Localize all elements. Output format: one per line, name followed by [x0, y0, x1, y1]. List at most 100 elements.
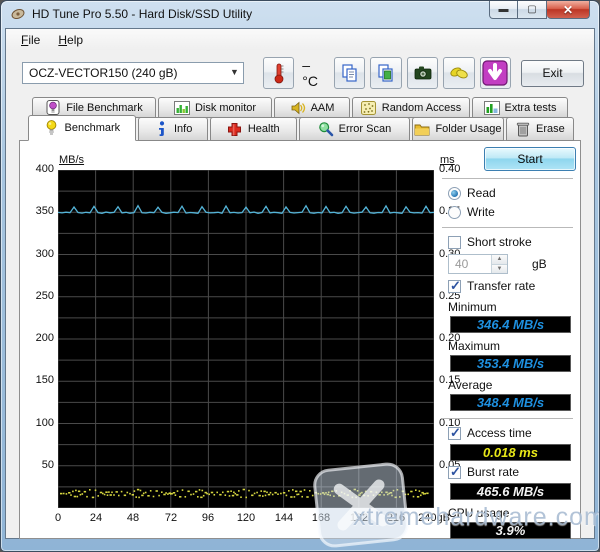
tab-random-access[interactable]: Random Access — [352, 97, 470, 118]
tab-label: Folder Usage — [435, 123, 502, 135]
window-title: HD Tune Pro 5.50 - Hard Disk/SSD Utility — [32, 7, 253, 21]
read-radio[interactable]: Read — [448, 185, 575, 201]
average-label: Average — [448, 378, 493, 392]
burst-rate-value: 465.6 MB/s — [450, 483, 571, 500]
tab-aam[interactable]: AAM — [274, 97, 350, 118]
screenshot-button[interactable] — [406, 57, 439, 89]
tab-label: Erase — [536, 123, 565, 135]
burst-rate-box[interactable] — [448, 464, 461, 480]
short-stroke-box[interactable] — [448, 235, 461, 249]
capacity-value: 40 — [455, 257, 469, 271]
copy-text-button[interactable] — [333, 57, 366, 89]
download-arrow-icon — [482, 60, 509, 86]
title-bar[interactable]: HD Tune Pro 5.50 - Hard Disk/SSD Utility… — [1, 1, 599, 27]
exit-button[interactable]: Exit — [521, 59, 584, 87]
left-axis-tick: 400 — [35, 163, 54, 175]
separator — [442, 418, 573, 419]
copy-image-icon — [378, 64, 393, 82]
chart-bars-icon — [173, 100, 190, 116]
copy-image-button[interactable] — [370, 57, 402, 89]
maximize-button[interactable]: ▢ — [518, 1, 547, 19]
hands-icon — [450, 67, 468, 79]
transfer-rate-box[interactable] — [448, 278, 461, 294]
magnifier-icon — [318, 121, 334, 137]
maximum-value: 353.4 MB/s — [450, 355, 571, 372]
menu-file[interactable]: File — [12, 31, 49, 49]
left-axis-tick: 50 — [41, 459, 54, 471]
left-axis-tick: 150 — [35, 374, 54, 386]
menu-bar: File Help — [6, 29, 594, 50]
tab-info[interactable]: Info — [137, 117, 208, 141]
left-axis-tick: 350 — [35, 205, 54, 217]
access-time-checkbox[interactable]: Access time — [448, 425, 575, 441]
left-axis-tick: 100 — [35, 417, 54, 429]
write-radio-circle[interactable] — [448, 205, 461, 219]
temperature-value: – °C — [302, 57, 318, 89]
folder-icon — [414, 121, 430, 137]
tab-health[interactable]: Health — [209, 117, 297, 141]
access-time-box[interactable] — [448, 425, 461, 441]
tab-label: Benchmark — [64, 122, 121, 134]
minimum-label: Minimum — [448, 300, 497, 314]
hands-button[interactable] — [443, 57, 475, 89]
start-button[interactable]: Start — [484, 147, 576, 171]
access-time-value: 0.018 ms — [450, 444, 571, 461]
chevron-down-icon: ▼ — [230, 67, 239, 77]
capacity-unit: gB — [532, 257, 547, 271]
stepper-up-button[interactable]: ▲ — [492, 255, 507, 264]
download-button[interactable] — [479, 57, 512, 89]
burst-rate-checkbox[interactable]: Burst rate — [448, 464, 575, 480]
cpu-usage-value: 3.9% — [450, 522, 571, 539]
tab-disk-monitor[interactable]: Disk monitor — [158, 97, 272, 118]
left-axis-unit: MB/s — [59, 154, 85, 166]
tab-label: Health — [247, 123, 280, 135]
left-axis-tick: 300 — [35, 248, 54, 260]
benchmark-plot — [58, 170, 434, 508]
temperature-button[interactable] — [262, 57, 295, 89]
menu-help[interactable]: Help — [49, 31, 92, 49]
toolbar: OCZ-VECTOR150 (240 gB) ▼ – °C Exit — [6, 50, 594, 96]
capacity-stepper[interactable]: 40 ▲ ▼ — [448, 254, 508, 274]
tab-label: Info — [174, 123, 193, 135]
left-axis-tick: 250 — [35, 290, 54, 302]
results-panel: Start Read Write Short stroke 40 ▲ ▼ gB … — [440, 145, 576, 539]
short-stroke-checkbox[interactable]: Short stroke — [448, 234, 575, 250]
transfer-rate-checkbox[interactable]: Transfer rate — [448, 278, 575, 294]
tab-erase[interactable]: Erase — [505, 117, 574, 141]
tab-label: Error Scan — [338, 123, 392, 135]
minimize-button[interactable]: ▬ — [489, 1, 518, 19]
drive-select-value: OCZ-VECTOR150 (240 gB) — [29, 66, 178, 80]
dots-icon — [361, 100, 377, 116]
tab-folder-usage[interactable]: Folder Usage — [412, 117, 504, 141]
client-area: File Help OCZ-VECTOR150 (240 gB) ▼ – °C … — [5, 28, 595, 539]
minimum-value: 346.4 MB/s — [450, 316, 571, 333]
tab-label: Extra tests — [504, 101, 557, 114]
camera-icon — [414, 66, 431, 80]
tab-error-scan[interactable]: Error Scan — [298, 117, 411, 141]
tab-label: Disk monitor — [194, 101, 257, 114]
tab-label: Random Access — [381, 101, 462, 114]
maximum-label: Maximum — [448, 339, 501, 353]
close-button[interactable]: ✕ — [547, 1, 590, 19]
separator — [442, 178, 573, 179]
average-value: 348.4 MB/s — [450, 394, 571, 411]
cpu-usage-label: CPU usage — [448, 506, 510, 520]
chart-green-icon — [483, 100, 500, 116]
app-window: HD Tune Pro 5.50 - Hard Disk/SSD Utility… — [0, 0, 600, 552]
benchmark-panel: MB/s ms 400350300250200150100500.400.350… — [19, 140, 581, 539]
speaker-icon — [290, 100, 306, 116]
separator — [442, 227, 573, 228]
tab-benchmark[interactable]: Benchmark — [28, 115, 136, 141]
drive-select[interactable]: OCZ-VECTOR150 (240 gB) ▼ — [22, 62, 244, 84]
benchmark-chart: MB/s ms 400350300250200150100500.400.350… — [20, 141, 461, 540]
health-cross-icon — [227, 121, 243, 137]
copy-text-icon — [342, 64, 357, 82]
write-radio[interactable]: Write — [448, 204, 575, 220]
trash-icon — [515, 121, 531, 137]
tab-extra-tests[interactable]: Extra tests — [472, 97, 568, 118]
thermometer-icon — [274, 63, 284, 84]
read-radio-circle[interactable] — [448, 186, 461, 200]
stepper-down-button[interactable]: ▼ — [492, 263, 507, 273]
lamp-purple-icon — [45, 100, 61, 116]
lamp-yellow-icon — [44, 120, 60, 136]
